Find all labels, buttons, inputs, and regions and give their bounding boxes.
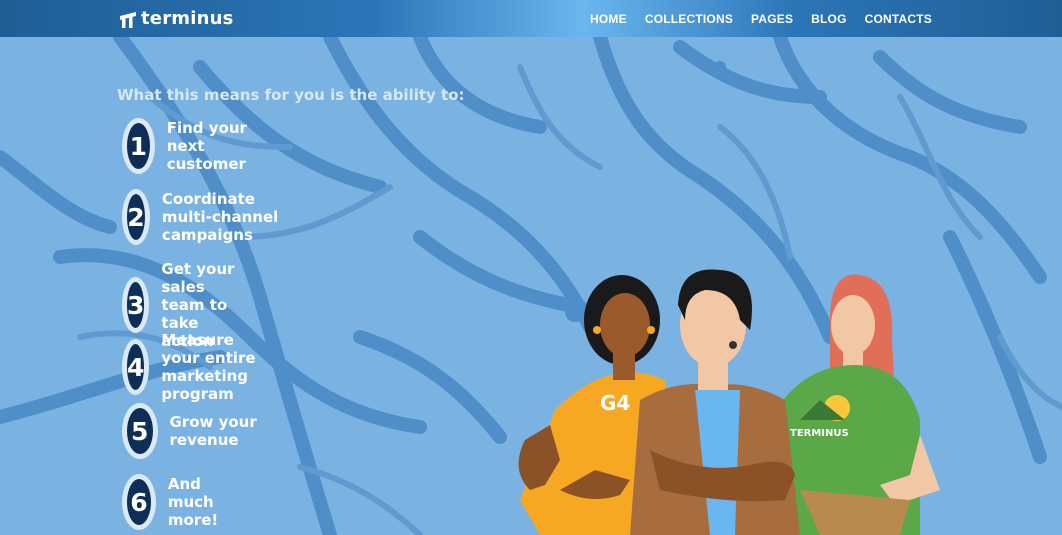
- step-item: 4 Measure your entire marketing program: [122, 331, 277, 403]
- step-text: Measure your entire marketing program: [161, 331, 256, 403]
- brand-name: terminus: [141, 8, 234, 29]
- step-number-badge: 6: [122, 474, 156, 530]
- team-illustration: G4 TERMINUS: [518, 269, 940, 535]
- nav-contacts-link[interactable]: CONTACTS: [865, 12, 932, 26]
- shirt-right-text: TERMINUS: [790, 428, 849, 439]
- nav-pages-link[interactable]: PAGES: [751, 12, 793, 26]
- step-number-badge: 4: [122, 339, 150, 395]
- step-number-badge: 1: [122, 118, 155, 174]
- top-nav-bar: terminus HOME COLLECTIONS PAGES BLOG CON…: [0, 0, 1062, 37]
- terminus-logo-icon: [120, 11, 136, 28]
- hero-intro-text: What this means for you is the ability t…: [117, 86, 465, 104]
- step-item: 1 Find your next customer: [122, 118, 269, 174]
- step-text: Coordinate multi-channel campaigns: [161, 190, 279, 244]
- brand-logo[interactable]: terminus: [118, 8, 234, 29]
- shirt-left-text: G4: [600, 391, 630, 415]
- step-item: 2 Coordinate multi-channel campaigns: [122, 189, 283, 245]
- main-menu: HOME COLLECTIONS PAGES BLOG CONTACTS: [572, 0, 932, 37]
- step-item: 5 Grow your revenue: [122, 403, 259, 459]
- step-number-badge: 2: [122, 189, 150, 245]
- step-number-badge: 5: [122, 403, 158, 459]
- nav-collections-link[interactable]: COLLECTIONS: [645, 12, 733, 26]
- step-text: Find your next customer: [166, 119, 247, 173]
- step-text: And much more!: [167, 475, 219, 529]
- nav-blog-link[interactable]: BLOG: [811, 12, 846, 26]
- nav-home-link[interactable]: HOME: [590, 12, 627, 26]
- step-text: Grow your revenue: [169, 413, 257, 449]
- step-number-badge: 3: [122, 277, 150, 333]
- step-item: 6 And much more!: [122, 474, 240, 530]
